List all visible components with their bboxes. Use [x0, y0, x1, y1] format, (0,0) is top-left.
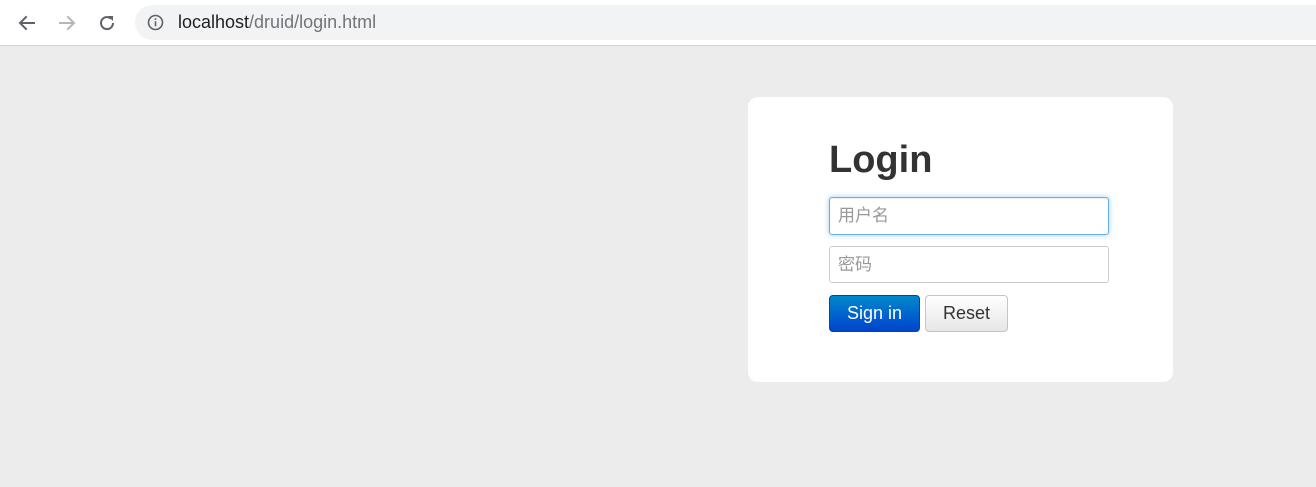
sign-in-button[interactable]: Sign in [829, 295, 920, 332]
page-content: Login Sign in Reset [0, 46, 1316, 487]
forward-button[interactable] [51, 7, 83, 39]
browser-toolbar: localhost/druid/login.html [0, 0, 1316, 46]
back-button[interactable] [11, 7, 43, 39]
url-path: /druid/login.html [249, 12, 377, 32]
username-input[interactable] [829, 197, 1109, 235]
login-title: Login [829, 139, 933, 181]
url-text[interactable]: localhost/druid/login.html [178, 12, 376, 33]
address-bar[interactable]: localhost/druid/login.html [135, 5, 1316, 40]
back-arrow-icon [18, 15, 35, 31]
password-input[interactable] [829, 246, 1109, 283]
forward-arrow-icon [59, 15, 76, 31]
url-host: localhost [178, 12, 250, 32]
reload-button[interactable] [91, 7, 123, 39]
reload-icon [100, 16, 115, 31]
login-card: Login Sign in Reset [748, 97, 1173, 382]
reset-button[interactable]: Reset [925, 295, 1008, 332]
info-icon[interactable] [147, 14, 164, 31]
